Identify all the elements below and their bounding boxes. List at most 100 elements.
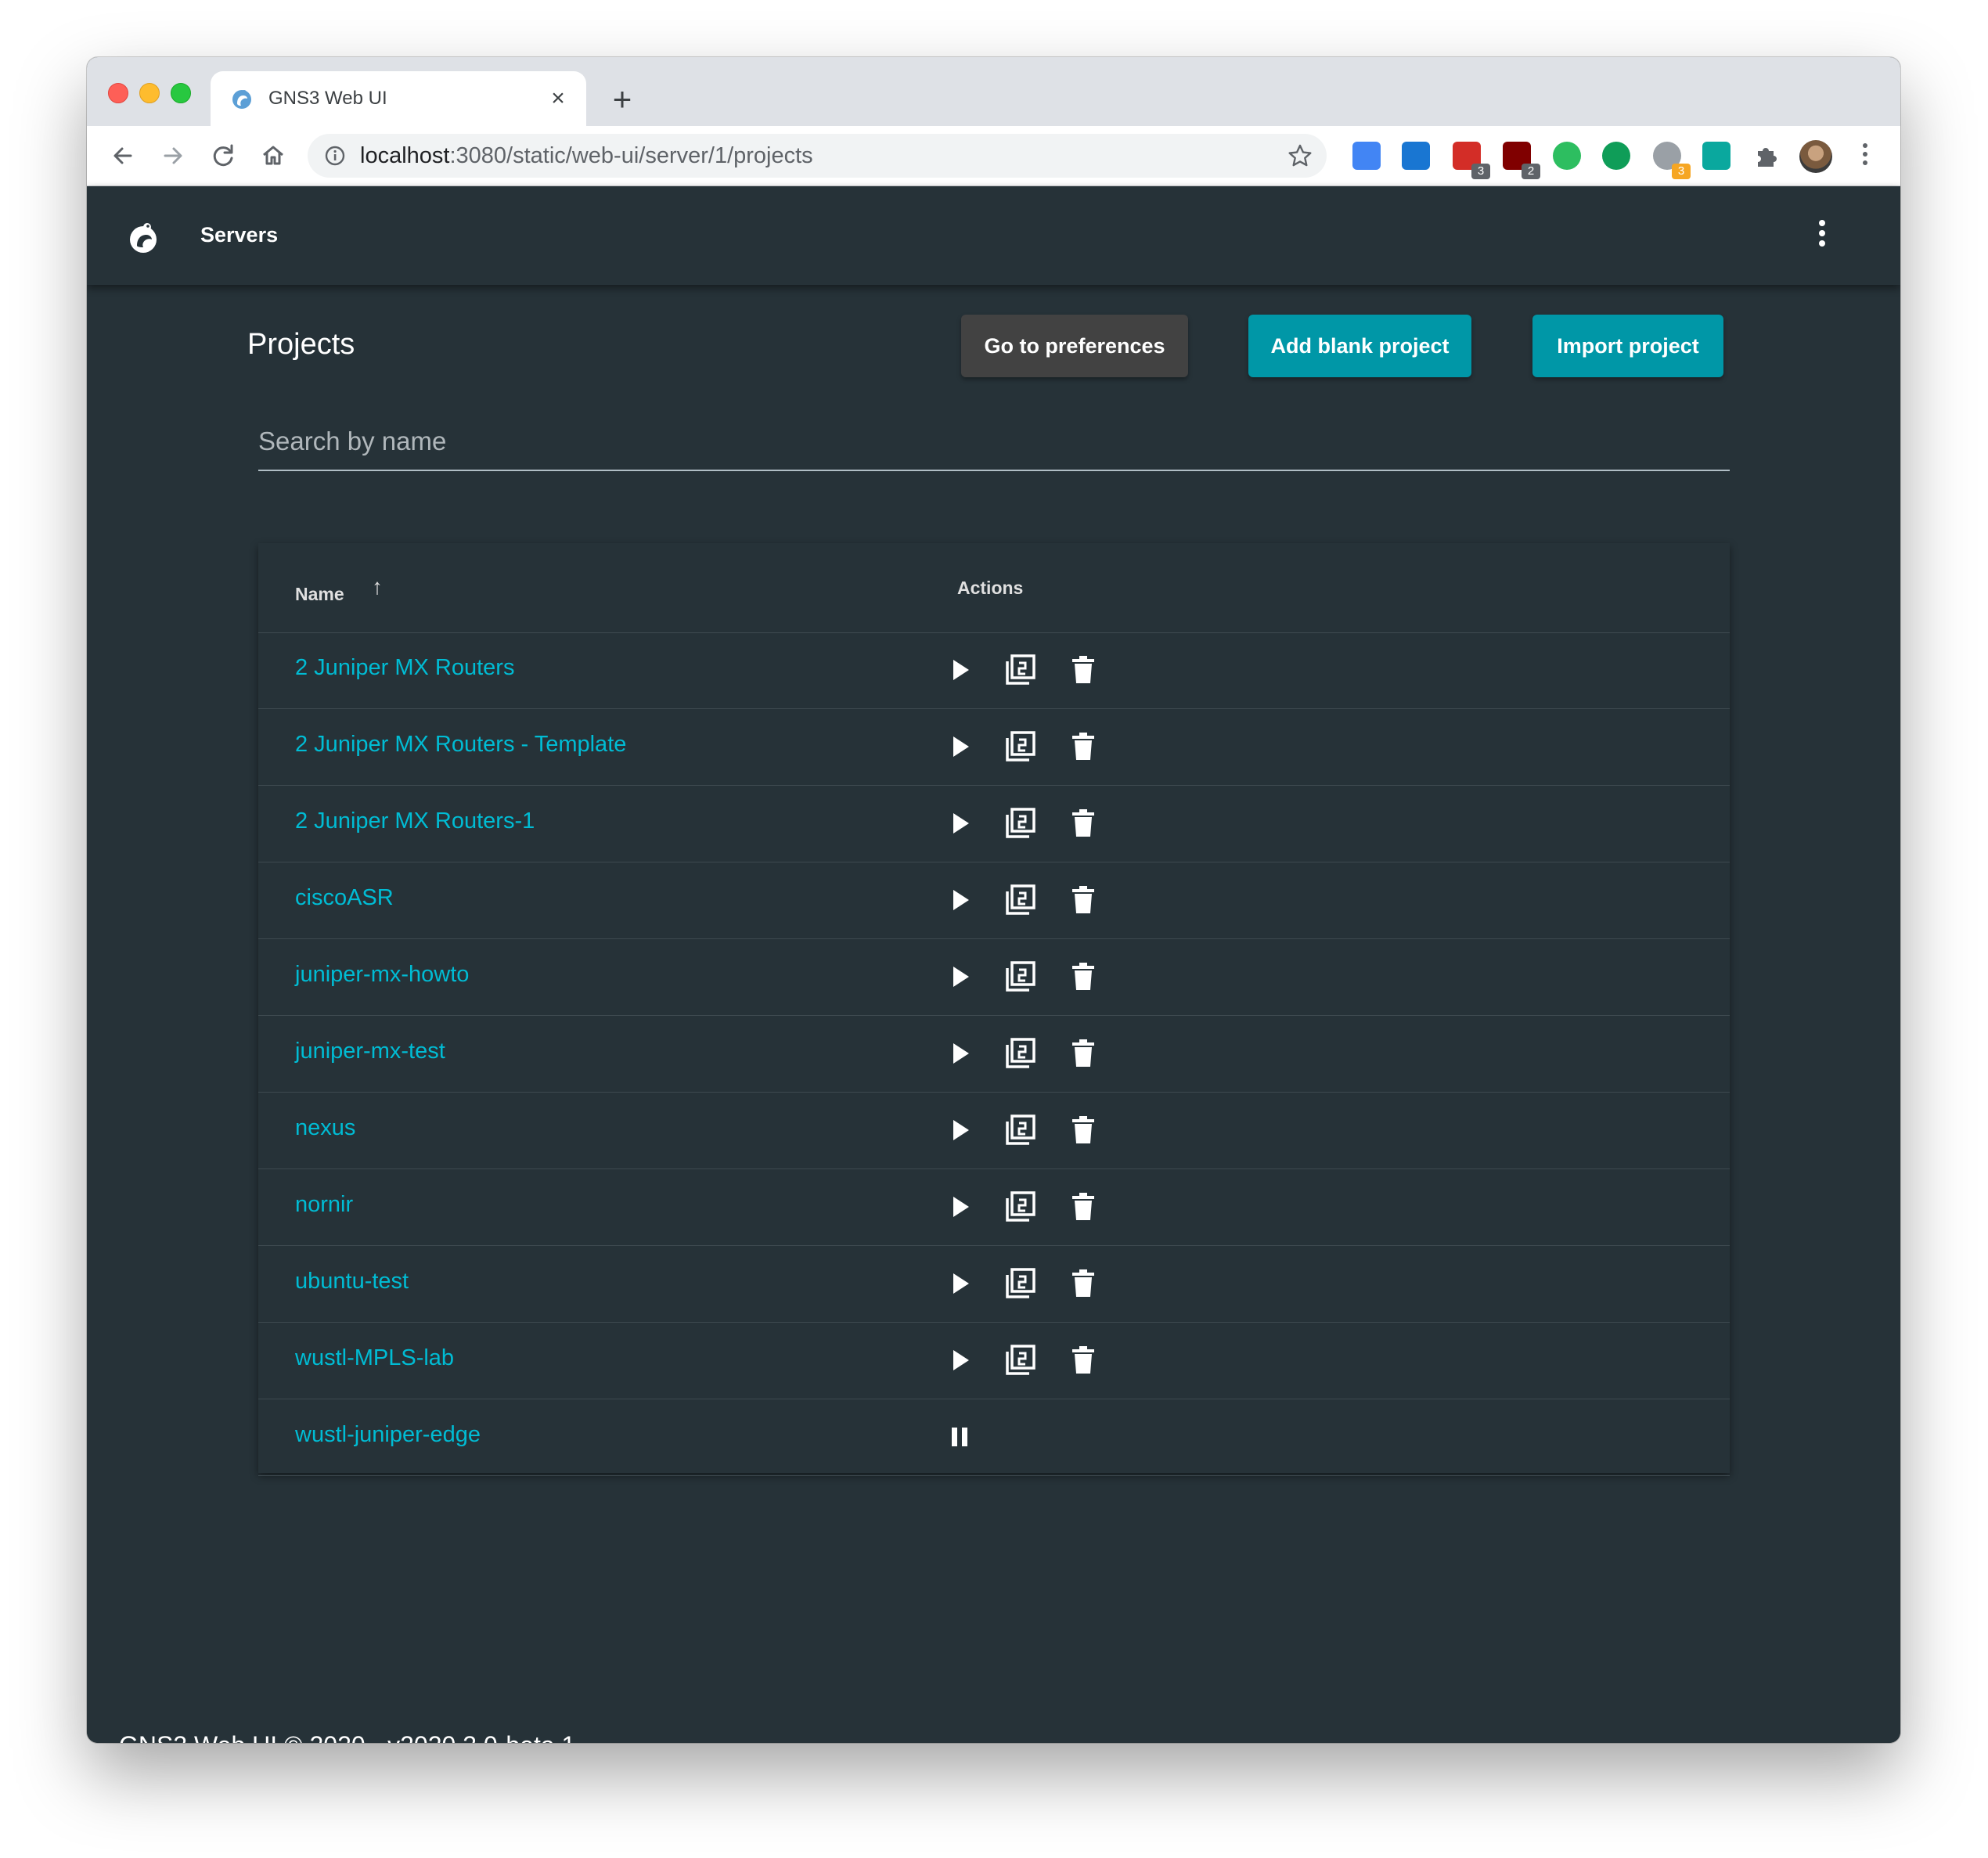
gns3-favicon-icon xyxy=(232,90,251,109)
duplicate-icon[interactable] xyxy=(1003,882,1039,918)
project-name-link[interactable]: wustl-MPLS-lab xyxy=(295,1345,454,1371)
table-row: 2 Juniper MX Routers - Template xyxy=(258,709,1730,786)
project-name-link[interactable]: nornir xyxy=(295,1192,353,1218)
play-icon[interactable] xyxy=(942,1189,978,1225)
play-icon[interactable] xyxy=(942,652,978,688)
table-row: nexus xyxy=(258,1093,1730,1169)
project-name-link[interactable]: 2 Juniper MX Routers xyxy=(295,655,514,681)
duplicate-icon[interactable] xyxy=(1003,805,1039,841)
project-name-link[interactable]: nexus xyxy=(295,1115,355,1141)
project-name-link[interactable]: ciscoASR xyxy=(295,885,394,911)
project-name-link[interactable]: ubuntu-test xyxy=(295,1269,409,1294)
back-arrow-icon xyxy=(113,147,132,164)
pause-icon[interactable] xyxy=(942,1419,978,1455)
delete-trash-icon[interactable] xyxy=(1065,1112,1101,1148)
delete-trash-icon[interactable] xyxy=(1065,1266,1101,1302)
delete-trash-icon[interactable] xyxy=(1065,882,1101,918)
tab-close-icon[interactable]: × xyxy=(544,85,572,113)
bookmark-star-icon[interactable] xyxy=(1286,142,1314,170)
play-icon[interactable] xyxy=(942,729,978,765)
lastpass-icon[interactable]: 3 xyxy=(1453,142,1490,179)
table-row: ubuntu-test xyxy=(258,1246,1730,1323)
project-name-link[interactable]: wustl-juniper-edge xyxy=(295,1422,481,1448)
table-row: wustl-juniper-edge xyxy=(258,1399,1730,1476)
actions-column-header: Actions xyxy=(957,578,1024,598)
add-blank-project-button[interactable]: Add blank project xyxy=(1248,315,1471,377)
table-row: wustl-MPLS-lab xyxy=(258,1323,1730,1399)
browser-tab[interactable]: GNS3 Web UI × xyxy=(211,71,586,126)
browser-menu-button[interactable] xyxy=(1857,140,1873,173)
delete-trash-icon[interactable] xyxy=(1065,805,1101,841)
s-extension-icon[interactable] xyxy=(1402,142,1430,170)
table-row: juniper-mx-howto xyxy=(258,939,1730,1016)
delete-trash-icon[interactable] xyxy=(1065,652,1101,688)
gns3-logo-icon[interactable] xyxy=(124,218,164,257)
home-button[interactable] xyxy=(256,139,290,173)
sort-arrow-up-icon[interactable]: ↑ xyxy=(372,574,383,600)
duplicate-icon[interactable] xyxy=(1003,1112,1039,1148)
minimize-window-button[interactable] xyxy=(139,83,160,103)
projects-page: Projects Go to preferences Add blank pro… xyxy=(87,285,1900,1743)
gray-circle-extension-icon[interactable]: 3 xyxy=(1653,142,1691,179)
site-info-icon[interactable] xyxy=(323,144,347,167)
google-translate-icon[interactable] xyxy=(1352,142,1381,170)
delete-trash-icon[interactable] xyxy=(1065,1035,1101,1071)
table-row: 2 Juniper MX Routers xyxy=(258,632,1730,709)
url-host: localhost xyxy=(360,143,450,168)
delete-trash-icon[interactable] xyxy=(1065,1342,1101,1378)
project-name-link[interactable]: juniper-mx-test xyxy=(295,1039,445,1064)
new-tab-button[interactable]: + xyxy=(603,82,641,120)
project-name-link[interactable]: juniper-mx-howto xyxy=(295,962,469,988)
name-column-header[interactable]: Name xyxy=(295,584,344,605)
duplicate-icon[interactable] xyxy=(1003,959,1039,995)
servers-nav-link[interactable]: Servers xyxy=(200,223,278,247)
puzzle-piece-icon[interactable] xyxy=(1752,142,1780,170)
back-button[interactable] xyxy=(106,139,140,173)
app-menu-button[interactable] xyxy=(1806,218,1838,254)
go-to-preferences-button[interactable]: Go to preferences xyxy=(961,315,1188,377)
duplicate-icon[interactable] xyxy=(1003,1266,1039,1302)
url-path: :3080/static/web-ui/server/1/projects xyxy=(449,143,813,168)
browser-window: GNS3 Web UI × + localhost:3080/static/we… xyxy=(87,57,1900,1743)
duplicate-icon[interactable] xyxy=(1003,1035,1039,1071)
project-name-link[interactable]: 2 Juniper MX Routers-1 xyxy=(295,808,535,834)
play-icon[interactable] xyxy=(942,1266,978,1302)
footer-text: GNS3 Web UI © 2020 - v2020.3.0-beta.1 xyxy=(119,1731,575,1743)
play-icon[interactable] xyxy=(942,882,978,918)
table-row: juniper-mx-test xyxy=(258,1016,1730,1093)
address-bar[interactable]: localhost:3080/static/web-ui/server/1/pr… xyxy=(308,134,1327,178)
reload-icon xyxy=(213,144,233,167)
play-icon[interactable] xyxy=(942,805,978,841)
close-window-button[interactable] xyxy=(108,83,128,103)
tab-strip: GNS3 Web UI × + xyxy=(87,57,1900,126)
search-input[interactable] xyxy=(258,418,1730,465)
project-name-link[interactable]: 2 Juniper MX Routers - Template xyxy=(295,732,626,758)
duplicate-icon[interactable] xyxy=(1003,1342,1039,1378)
chat-bubble-icon[interactable] xyxy=(1602,142,1630,170)
play-icon[interactable] xyxy=(942,1035,978,1071)
delete-trash-icon[interactable] xyxy=(1065,959,1101,995)
search-field xyxy=(258,418,1730,471)
play-icon[interactable] xyxy=(942,1342,978,1378)
pen-extension-icon[interactable] xyxy=(1702,142,1730,170)
forward-arrow-icon xyxy=(164,147,182,164)
extension-badge: 3 xyxy=(1471,164,1490,179)
duplicate-icon[interactable] xyxy=(1003,652,1039,688)
zoom-window-button[interactable] xyxy=(171,83,191,103)
delete-trash-icon[interactable] xyxy=(1065,1189,1101,1225)
forward-button[interactable] xyxy=(156,139,190,173)
delete-trash-icon[interactable] xyxy=(1065,729,1101,765)
duplicate-icon[interactable] xyxy=(1003,1189,1039,1225)
play-icon[interactable] xyxy=(942,1112,978,1148)
import-project-button[interactable]: Import project xyxy=(1532,315,1723,377)
duplicate-icon[interactable] xyxy=(1003,729,1039,765)
table-row: ciscoASR xyxy=(258,862,1730,939)
profile-avatar[interactable] xyxy=(1799,140,1832,173)
play-icon[interactable] xyxy=(942,959,978,995)
evernote-icon[interactable] xyxy=(1553,142,1581,170)
extensions-area: 3 2 3 xyxy=(1339,134,1879,179)
table-row: 2 Juniper MX Routers-1 xyxy=(258,786,1730,862)
reload-button[interactable] xyxy=(206,139,240,173)
app-toolbar: Servers xyxy=(87,186,1900,285)
ublock-icon[interactable]: 2 xyxy=(1503,142,1540,179)
